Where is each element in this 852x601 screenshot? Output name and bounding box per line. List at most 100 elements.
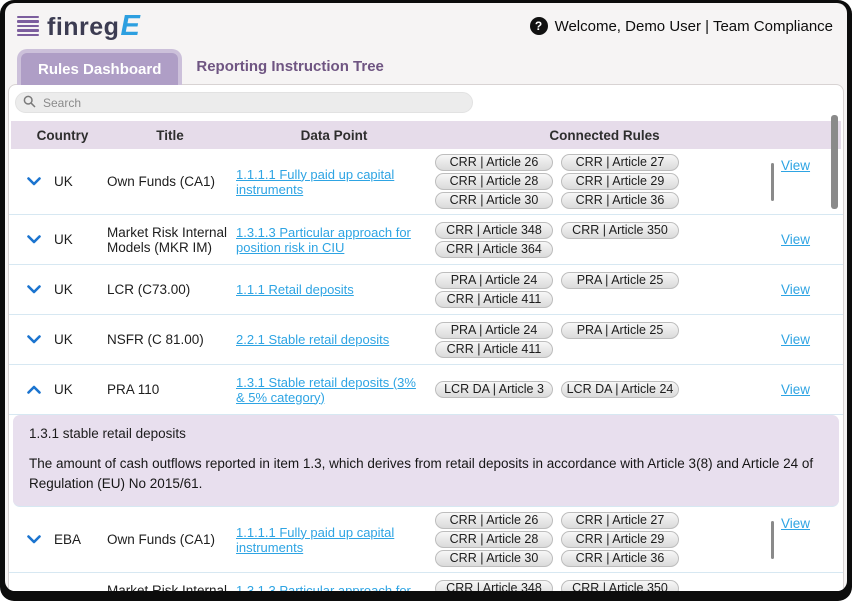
- tab-bar: Rules Dashboard Reporting Instruction Tr…: [5, 49, 847, 85]
- data-point-link[interactable]: 1.3.1.3 Particular approach for position…: [236, 225, 411, 255]
- vertical-scrollbar-thumb[interactable]: [831, 115, 838, 209]
- view-link[interactable]: View: [781, 516, 810, 531]
- rule-pill-button[interactable]: CRR | Article 348: [435, 222, 553, 239]
- expand-chevron-icon[interactable]: [27, 285, 41, 294]
- rule-pill-button[interactable]: CRR | Article 30: [435, 550, 553, 567]
- data-point-cell: 1.3.1.3 Particular approach for position…: [236, 225, 428, 255]
- title-cell: PRA 110: [107, 382, 229, 397]
- hamburger-menu-icon[interactable]: [17, 16, 39, 37]
- view-link[interactable]: View: [781, 332, 810, 347]
- search-input[interactable]: [15, 92, 473, 113]
- rule-pill-button[interactable]: CRR | Article 28: [435, 531, 553, 548]
- rule-pill-button[interactable]: PRA | Article 25: [561, 322, 679, 339]
- view-link[interactable]: View: [781, 158, 810, 173]
- rule-pill-button[interactable]: LCR DA | Article 24: [561, 381, 679, 398]
- chevron-cell: [21, 535, 47, 544]
- view-link[interactable]: View: [781, 282, 810, 297]
- brand: finregE: [17, 10, 140, 43]
- rule-pill-button[interactable]: CRR | Article 36: [561, 550, 679, 567]
- connected-rules-cell: CRR | Article 348CRR | Article 350CRR | …: [435, 580, 774, 591]
- country-cell: UK: [54, 232, 100, 247]
- help-icon[interactable]: ?: [530, 17, 548, 35]
- rule-pill-button[interactable]: CRR | Article 30: [435, 192, 553, 209]
- tab-reporting-instruction-tree[interactable]: Reporting Instruction Tree: [192, 50, 388, 85]
- expand-chevron-icon[interactable]: [27, 235, 41, 244]
- rule-pill-button[interactable]: CRR | Article 411: [435, 291, 553, 308]
- top-header: finregE ? Welcome, Demo User | Team Comp…: [5, 3, 847, 49]
- rule-pill-button[interactable]: LCR DA | Article 3: [435, 381, 553, 398]
- rule-pill-list: LCR DA | Article 3 LCR DA | Article 24: [435, 381, 679, 398]
- data-point-link[interactable]: 1.3.1 Stable retail deposits (3% & 5% ca…: [236, 375, 416, 405]
- app-logo: finregE: [47, 10, 140, 43]
- country-cell: UK: [54, 174, 100, 189]
- app-surface: finregE ? Welcome, Demo User | Team Comp…: [5, 3, 847, 591]
- rule-pill-list: CRR | Article 348CRR | Article 350CRR | …: [435, 580, 774, 591]
- rule-pill-button[interactable]: CRR | Article 27: [561, 512, 679, 529]
- rule-pill-button[interactable]: CRR | Article 26: [435, 512, 553, 529]
- rule-pill-button[interactable]: CRR | Article 26: [435, 154, 553, 171]
- data-point-cell: 1.1.1 Retail deposits: [236, 282, 428, 297]
- country-cell: UK: [54, 282, 100, 297]
- data-point-cell: 1.3.1 Stable retail deposits (3% & 5% ca…: [236, 375, 428, 405]
- connected-rules-cell: CRR | Article 26 CRR | Article 27 CRR | Ar…: [435, 512, 774, 567]
- app-window: finregE ? Welcome, Demo User | Team Comp…: [0, 0, 852, 601]
- table-row: EBAMarket Risk Internal Models (MKR IM)1…: [9, 573, 843, 591]
- data-point-link[interactable]: 1.3.1.3 Particular approach for position…: [236, 583, 411, 591]
- rule-pill-button[interactable]: CRR | Article 29: [561, 173, 679, 190]
- table-header-row: Country Title Data Point Connected Rules: [11, 121, 841, 149]
- rule-pill-button[interactable]: PRA | Article 25: [561, 272, 679, 289]
- data-point-cell: 1.3.1.3 Particular approach for position…: [236, 583, 428, 591]
- column-header-connected-rules: Connected Rules: [437, 128, 772, 143]
- rules-scrollbar-thumb[interactable]: [771, 163, 774, 201]
- table-body: UK Own Funds (CA1) 1.1.1.1 Fully paid up c…: [9, 149, 843, 591]
- table-row: UK PRA 110 1.3.1 Stable retail deposits (3…: [9, 365, 843, 415]
- rule-pill-list: PRA | Article 24 PRA | Article 25 CRR | Ar…: [435, 272, 774, 308]
- rule-pill-button[interactable]: CRR | Article 28: [435, 173, 553, 190]
- data-point-link[interactable]: 1.1.1.1 Fully paid up capital instrument…: [236, 167, 394, 197]
- table-row: UKLCR (C73.00)1.1.1 Retail depositsPRA |…: [9, 265, 843, 315]
- user-area: ? Welcome, Demo User | Team Compliance: [530, 17, 833, 35]
- title-cell: Own Funds (CA1): [107, 174, 229, 189]
- country-cell: UK: [54, 382, 100, 397]
- data-point-link[interactable]: 2.2.1 Stable retail deposits: [236, 332, 389, 347]
- search-bar: [15, 92, 473, 113]
- rule-pill-button[interactable]: CRR | Article 411: [435, 341, 553, 358]
- rule-pill-button[interactable]: CRR | Article 364: [435, 241, 553, 258]
- detail-title: 1.3.1 stable retail deposits: [29, 426, 823, 441]
- rule-pill-button[interactable]: PRA | Article 24: [435, 272, 553, 289]
- table-row: UK NSFR (C 81.00) 2.2.1 Stable retail depo…: [9, 315, 843, 365]
- detail-description: The amount of cash outflows reported in …: [29, 454, 823, 493]
- rule-pill-button[interactable]: CRR | Article 350: [561, 580, 679, 591]
- view-cell: View: [781, 154, 827, 209]
- view-cell: View: [781, 578, 827, 591]
- country-cell: UK: [54, 332, 100, 347]
- tab-rules-dashboard[interactable]: Rules Dashboard: [17, 49, 182, 85]
- table-row: UK Market Risk Internal Models (MKR IM)1.…: [9, 215, 843, 265]
- chevron-cell: [21, 177, 47, 186]
- data-point-cell: 2.2.1 Stable retail deposits: [236, 332, 428, 347]
- rule-pill-button[interactable]: CRR | Article 348: [435, 580, 553, 591]
- expand-chevron-icon[interactable]: [27, 535, 41, 544]
- view-link[interactable]: View: [781, 382, 810, 397]
- logo-text: finreg: [47, 13, 119, 41]
- expand-chevron-icon[interactable]: [27, 177, 41, 186]
- data-point-link[interactable]: 1.1.1 Retail deposits: [236, 282, 354, 297]
- expand-chevron-icon[interactable]: [27, 335, 41, 344]
- rule-pill-button[interactable]: CRR | Article 29: [561, 531, 679, 548]
- rule-pill-button[interactable]: CRR | Article 36: [561, 192, 679, 209]
- country-cell: EBA: [54, 590, 100, 591]
- rules-scrollbar-thumb[interactable]: [771, 521, 774, 559]
- chevron-cell: [21, 235, 47, 244]
- rule-pill-button[interactable]: CRR | Article 27: [561, 154, 679, 171]
- view-link[interactable]: View: [781, 232, 810, 247]
- title-cell: Market Risk Internal Models (MKR IM): [107, 225, 229, 255]
- rule-pill-list: CRR | Article 26 CRR | Article 27 CRR | Ar…: [435, 154, 766, 209]
- collapse-chevron-icon[interactable]: [27, 385, 41, 394]
- data-point-link[interactable]: 1.1.1.1 Fully paid up capital instrument…: [236, 525, 394, 555]
- view-cell: View: [781, 512, 827, 567]
- rule-pill-button[interactable]: PRA | Article 24: [435, 322, 553, 339]
- view-link[interactable]: View: [781, 590, 810, 591]
- title-cell: Own Funds (CA1): [107, 532, 229, 547]
- title-cell: NSFR (C 81.00): [107, 332, 229, 347]
- rule-pill-button[interactable]: CRR | Article 350: [561, 222, 679, 239]
